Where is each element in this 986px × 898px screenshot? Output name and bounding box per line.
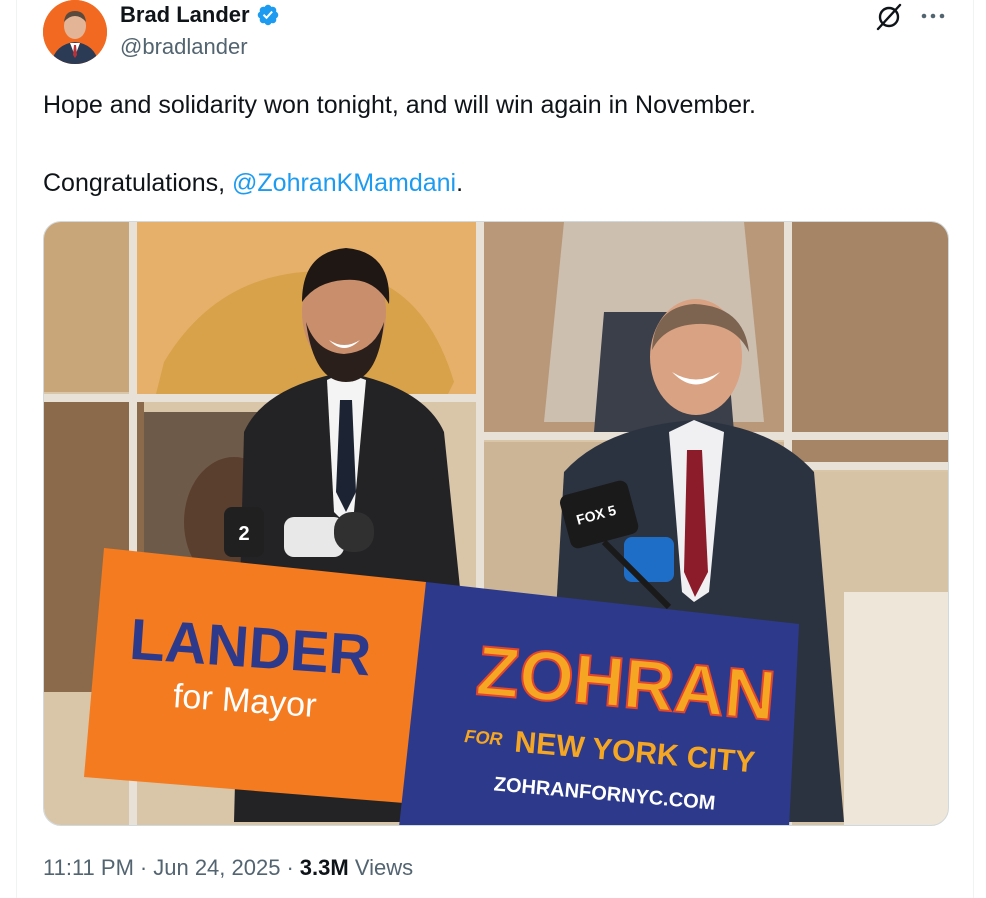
author-handle[interactable]: @bradlander [120,34,248,60]
zohran-sign: ZOHRAN FOR NEW YORK CITY ZOHRANFORNYC.CO… [399,582,799,825]
meta-separator: · [286,855,294,880]
post-time[interactable]: 11:11 PM [43,855,134,881]
mic-label-2: 2 [238,523,249,545]
post-photo[interactable]: 2 FOX 5 LANDER for Mayor ZOHRAN FOR NEW … [43,221,949,826]
author-name[interactable]: Brad Lander [120,2,250,28]
post-line-2: Congratulations, @ZohranKMamdani. [43,166,943,200]
zohran-sign-for: FOR [464,726,504,749]
grok-icon[interactable] [874,2,904,32]
views-count[interactable]: 3.3M [300,855,349,880]
post-meta: 11:11 PM · Jun 24, 2025 · 3.3M Views [43,855,413,881]
post-date[interactable]: Jun 24, 2025 [153,855,280,881]
author-name-row[interactable]: Brad Lander [120,2,280,28]
post-line-2-prefix: Congratulations, [43,169,233,197]
mention-link[interactable]: @ZohranKMamdani [232,169,456,197]
meta-separator: · [139,855,148,880]
more-dots-icon[interactable] [918,8,948,24]
views-label: Views [354,855,414,880]
lander-sign: LANDER for Mayor [84,548,426,804]
post-text: Hope and solidarity won tonight, and wil… [43,88,943,200]
verified-badge-icon [257,4,278,26]
post-line-1: Hope and solidarity won tonight, and wil… [43,91,756,119]
avatar[interactable] [43,0,107,64]
post-line-2-suffix: . [456,169,464,197]
